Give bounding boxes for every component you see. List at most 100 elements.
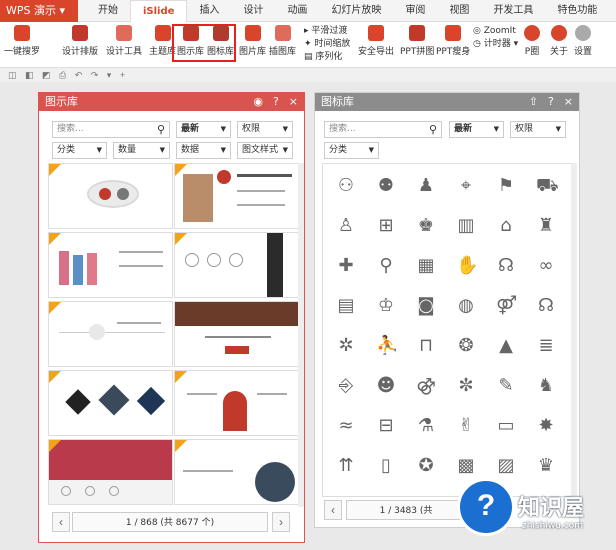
prev-page-button[interactable]: ‹ <box>52 512 70 532</box>
bus-icon[interactable]: ⊟ <box>376 416 396 436</box>
p-circle-button[interactable]: P圈 <box>524 25 540 57</box>
document-icon[interactable]: ▤ <box>336 296 356 316</box>
scrollbar[interactable] <box>298 163 304 507</box>
tab-features[interactable]: 特色功能 <box>545 0 609 22</box>
tab-animation[interactable]: 动画 <box>275 0 319 22</box>
swimmer-icon[interactable]: ≈ <box>336 416 356 436</box>
category-select[interactable]: 分类 ▼ <box>324 142 379 159</box>
zoomit-item[interactable]: ◎ ZoomIt <box>473 25 518 38</box>
clap-icon[interactable]: ✋ <box>456 256 478 276</box>
tab-developer[interactable]: 开发工具 <box>481 0 545 22</box>
person-icon[interactable]: ♟ <box>416 176 436 196</box>
crowd-icon[interactable]: ♛ <box>536 456 556 476</box>
data-select[interactable]: 数据 ▼ <box>176 142 231 159</box>
file-icon[interactable]: ▯ <box>376 456 396 476</box>
people-meeting-icon[interactable]: ⚇ <box>336 176 356 196</box>
prev-page-button[interactable]: ‹ <box>324 500 342 520</box>
group-icon[interactable]: ♚ <box>416 216 436 236</box>
meeting-icon[interactable]: ⛹ <box>376 336 398 356</box>
diagram-thumbnail[interactable] <box>174 370 298 436</box>
close-icon[interactable]: × <box>564 93 573 111</box>
help-icon[interactable]: ? <box>548 93 554 111</box>
ppt-slim-button[interactable]: PPT瘦身 <box>436 25 470 57</box>
pin-icon[interactable]: ⇧ <box>529 93 538 111</box>
bomb-icon[interactable]: ✸ <box>536 416 556 436</box>
diagram-thumbnail[interactable] <box>48 439 173 505</box>
toilet-icon[interactable]: ♜ <box>536 216 556 236</box>
sort-select[interactable]: 最新 ▼ <box>176 121 231 138</box>
stats-icon[interactable]: ▨ <box>496 456 516 476</box>
tab-start[interactable]: 开始 <box>86 0 130 22</box>
chart-down-icon[interactable]: ✎ <box>496 376 516 396</box>
tab-slideshow[interactable]: 幻灯片放映 <box>319 0 393 22</box>
diagram-thumbnail[interactable] <box>174 439 298 505</box>
tab-islide[interactable]: iSlide <box>130 0 188 22</box>
design-tools-button[interactable]: 设计工具 <box>106 25 142 57</box>
bricks-icon[interactable]: ▦ <box>416 256 436 276</box>
ambulance-icon[interactable]: ⛟ <box>536 176 559 196</box>
category-select[interactable]: 分类 ▼ <box>52 142 107 159</box>
shop-icon[interactable]: ⌂ <box>496 216 516 236</box>
sort-select[interactable]: 最新 ▼ <box>449 121 504 138</box>
group-chat-icon[interactable]: ☻ <box>376 376 396 396</box>
next-page-button[interactable]: › <box>272 512 290 532</box>
family-icon[interactable]: ⚣ <box>416 376 436 396</box>
design-layout-button[interactable]: 设计排版 <box>62 25 98 57</box>
desk-icon[interactable]: ⊓ <box>416 336 436 356</box>
podium-icon[interactable]: ▲ <box>496 336 516 356</box>
location-icon[interactable]: ⌖ <box>456 176 476 196</box>
time-zoom-item[interactable]: ✦ 时间缩放 <box>304 38 350 51</box>
quantity-select[interactable]: 数量 ▼ <box>113 142 170 159</box>
headphones-icon[interactable]: ☊ <box>536 296 556 316</box>
about-button[interactable]: 关于 <box>550 25 568 57</box>
air-conditioner-icon[interactable]: ▭ <box>496 416 516 436</box>
team-icon[interactable]: ⚉ <box>376 176 396 196</box>
couple-icon[interactable]: ⚤ <box>496 296 517 316</box>
flag-icon[interactable]: ⚑ <box>496 176 516 196</box>
org-chart-icon[interactable]: ⊞ <box>376 216 396 236</box>
search-input[interactable]: 搜索... ⚲ <box>52 121 170 138</box>
elevator-icon[interactable]: ▥ <box>456 216 476 236</box>
medal-icon[interactable]: ✪ <box>416 456 436 476</box>
chemist-icon[interactable]: ⚗ <box>416 416 436 436</box>
arrows-up-icon[interactable]: ⇈ <box>336 456 356 476</box>
settings-icon[interactable]: ✲ <box>336 336 356 356</box>
ppt-collage-button[interactable]: PPT拼图 <box>400 25 434 57</box>
diagram-thumbnail[interactable] <box>174 232 298 298</box>
permission-select[interactable]: 权限 ▼ <box>510 121 566 138</box>
one-click-search-button[interactable]: 一键搜罗 <box>4 25 40 57</box>
medic-icon[interactable]: ✚ <box>336 256 356 276</box>
tab-view[interactable]: 视图 <box>437 0 481 22</box>
diagram-thumbnail[interactable] <box>174 301 298 367</box>
tab-insert[interactable]: 插入 <box>187 0 231 22</box>
permission-select[interactable]: 权限 ▼ <box>237 121 293 138</box>
fan-icon[interactable]: ✼ <box>456 376 476 396</box>
close-icon[interactable]: × <box>289 93 298 111</box>
database-icon[interactable]: ≣ <box>536 336 556 356</box>
wps-app-button[interactable]: WPS 演示 ▾ <box>0 0 78 22</box>
hide-icon[interactable]: ◉ <box>253 93 263 111</box>
smooth-transition-item[interactable]: ▸ 平滑过渡 <box>304 25 350 38</box>
illustration-library-button[interactable]: 插图库 <box>269 25 296 57</box>
doctor-icon[interactable]: ♙ <box>336 216 356 236</box>
bicycle-icon[interactable]: ⚲ <box>376 256 396 276</box>
tab-review[interactable]: 审阅 <box>393 0 437 22</box>
globe-icon[interactable]: ◍ <box>456 296 476 316</box>
diagram-thumbnail[interactable] <box>48 370 173 436</box>
dog-icon[interactable]: ♞ <box>536 376 556 396</box>
camera-icon[interactable]: ◙ <box>416 296 436 316</box>
diagram-thumbnail[interactable] <box>174 163 298 229</box>
idea-icon[interactable]: ❂ <box>456 336 476 356</box>
presenter-icon[interactable]: ♔ <box>376 296 396 316</box>
help-icon[interactable]: ? <box>273 93 279 111</box>
settings-button[interactable]: 设置 <box>574 25 592 57</box>
support-icon[interactable]: ☊ <box>496 256 516 276</box>
glasses-icon[interactable]: ∞ <box>536 256 556 276</box>
sequence-item[interactable]: ▤ 序列化 <box>304 51 350 64</box>
search-input[interactable]: 搜索... ⚲ <box>324 121 442 138</box>
qr-code-icon[interactable]: ▩ <box>456 456 476 476</box>
safe-export-button[interactable]: 安全导出 <box>358 25 394 57</box>
timer-item[interactable]: ◷ 计时器 ▾ <box>473 38 518 51</box>
tab-design[interactable]: 设计 <box>231 0 275 22</box>
diagram-thumbnail[interactable] <box>48 163 173 229</box>
